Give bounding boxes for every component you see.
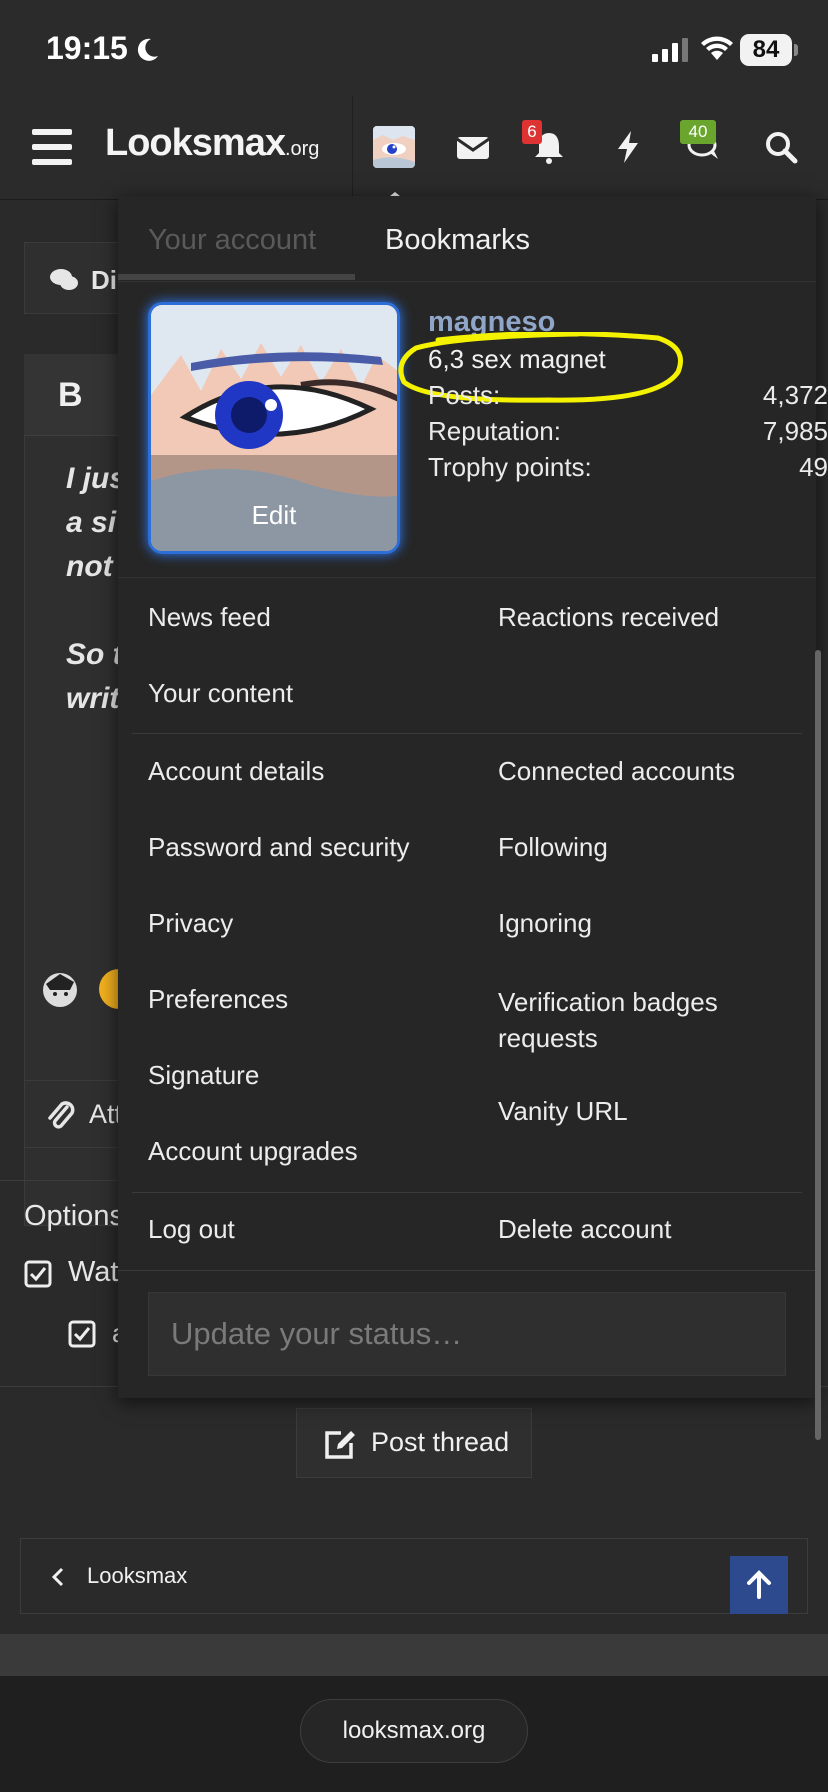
- link-privacy[interactable]: Privacy: [148, 908, 233, 939]
- comments-icon: [50, 269, 78, 290]
- status-update-field[interactable]: [148, 1292, 786, 1376]
- conversations-badge: 40: [680, 120, 716, 144]
- checkbox-checked-icon[interactable]: [24, 1260, 52, 1288]
- breadcrumb[interactable]: Looksmax: [20, 1538, 808, 1614]
- tab-your-account[interactable]: Your account: [148, 224, 316, 257]
- link-account-details[interactable]: Account details: [148, 756, 324, 787]
- avatar-edit-link[interactable]: Edit: [151, 500, 397, 531]
- post-thread-button[interactable]: Post thread: [296, 1408, 532, 1478]
- scrollbar[interactable]: [815, 650, 821, 1440]
- footer-strip: [0, 1634, 828, 1676]
- url-bar[interactable]: looksmax.org: [300, 1699, 528, 1763]
- arrow-up-icon: [747, 1570, 771, 1599]
- stat-trophy-points: Trophy points: 49: [428, 452, 828, 482]
- notifications-badge: 6: [522, 120, 542, 144]
- link-signature[interactable]: Signature: [148, 1060, 259, 1091]
- cellular-signal-icon: [652, 38, 688, 62]
- link-ignoring[interactable]: Ignoring: [498, 908, 592, 939]
- site-header: Looksmax.org 6 40: [0, 96, 828, 200]
- stat-reputation: Reputation: 7,985: [428, 416, 828, 446]
- account-avatar-button[interactable]: [373, 126, 415, 168]
- bold-button[interactable]: B: [58, 376, 83, 415]
- emoji-icon[interactable]: [98, 968, 120, 1010]
- menu-separator: [132, 1192, 802, 1193]
- lightning-icon[interactable]: [610, 129, 646, 165]
- status-bar: 19:15 84: [0, 0, 828, 96]
- breadcrumb-label[interactable]: Looksmax: [87, 1563, 187, 1589]
- link-news-feed[interactable]: News feed: [148, 602, 271, 633]
- envelope-icon[interactable]: [455, 129, 491, 165]
- link-log-out[interactable]: Log out: [148, 1214, 235, 1245]
- moon-icon: [137, 38, 158, 61]
- site-logo[interactable]: Looksmax.org: [105, 122, 319, 165]
- menu-separator: [118, 1270, 816, 1271]
- browser-bottom-bar: looksmax.org: [0, 1676, 828, 1792]
- link-following[interactable]: Following: [498, 832, 608, 863]
- battery-tip: [794, 44, 798, 56]
- account-menu: Your account Bookmarks Edit magneso 6,3: [118, 196, 828, 1398]
- menu-icon[interactable]: [32, 129, 72, 165]
- divider: [0, 1180, 130, 1181]
- link-preferences[interactable]: Preferences: [148, 984, 288, 1015]
- profile-avatar[interactable]: Edit: [148, 302, 400, 554]
- status-time: 19:15: [46, 30, 128, 66]
- tab-underline: [118, 274, 355, 280]
- paperclip-icon: [48, 1101, 75, 1129]
- link-verification-badges[interactable]: Verification badges requests: [498, 984, 718, 1056]
- menu-separator: [132, 733, 802, 734]
- link-vanity-url[interactable]: Vanity URL: [498, 1096, 628, 1127]
- wifi-icon: [701, 36, 733, 60]
- profile-card: Edit magneso 6,3 sex magnet Posts: 4,372 …: [118, 282, 828, 578]
- search-icon[interactable]: [763, 129, 799, 165]
- chevron-left-icon: [51, 1567, 64, 1587]
- stat-posts: Posts: 4,372: [428, 380, 828, 410]
- link-account-upgrades[interactable]: Account upgrades: [148, 1136, 358, 1167]
- menu-tabs: Your account Bookmarks: [118, 196, 816, 282]
- link-reactions-received[interactable]: Reactions received: [498, 602, 719, 633]
- status-input[interactable]: [149, 1293, 785, 1375]
- battery-indicator: 84: [740, 34, 792, 66]
- header-divider: [352, 96, 353, 200]
- link-connected-accounts[interactable]: Connected accounts: [498, 756, 735, 787]
- tab-bookmarks[interactable]: Bookmarks: [385, 224, 530, 257]
- edit-icon: [325, 1431, 355, 1459]
- user-sticker-icon: [43, 973, 77, 1007]
- link-your-content[interactable]: Your content: [148, 678, 293, 709]
- checkbox-checked-icon[interactable]: [68, 1320, 96, 1348]
- back-to-top-button[interactable]: [730, 1556, 788, 1614]
- link-delete-account[interactable]: Delete account: [498, 1214, 671, 1245]
- user-title: 6,3 sex magnet: [428, 344, 606, 374]
- link-password-security[interactable]: Password and security: [148, 832, 410, 863]
